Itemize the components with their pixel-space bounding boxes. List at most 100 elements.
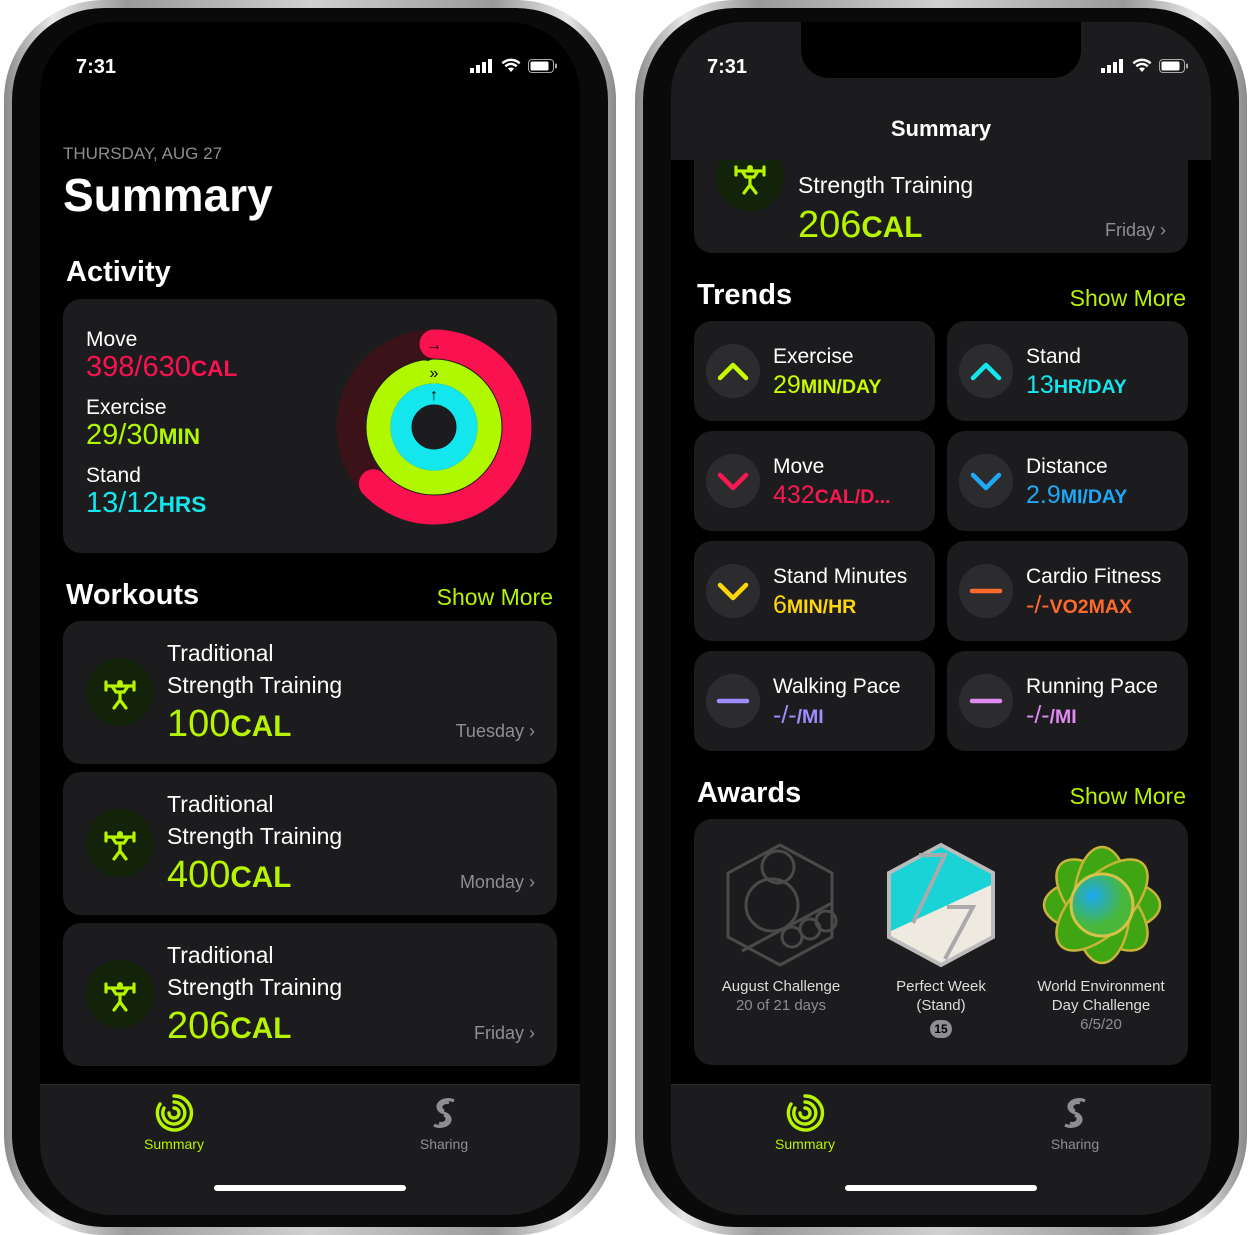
trend-flat-icon [969, 588, 1003, 594]
award-name-line2: Day Challenge [1051, 997, 1151, 1014]
trend-flat-icon [969, 698, 1003, 704]
trend-down-icon [970, 472, 1002, 491]
workouts-show-more[interactable]: Show More [437, 584, 553, 611]
workout-calories: 206CAL [167, 1005, 292, 1047]
trend-card[interactable]: Stand 13HR/DAY [947, 321, 1188, 421]
trend-card[interactable]: Distance 2.9MI/DAY [947, 431, 1188, 531]
date-label: THURSDAY, AUG 27 [63, 144, 223, 163]
move-arrow-icon: → [426, 337, 442, 354]
home-indicator[interactable] [214, 1185, 406, 1191]
trend-card[interactable]: Running Pace -/-/MI [947, 651, 1188, 751]
workout-day: Friday › [1104, 220, 1166, 240]
sharing-tab-icon [1064, 1098, 1086, 1128]
tab-icon [1015, 1093, 1135, 1136]
workout-title: Strength Training [798, 172, 974, 198]
chevron-right-icon: › [1160, 220, 1166, 240]
activity-heading: Activity [66, 256, 171, 288]
trend-label: Walking Pace [773, 675, 901, 698]
august-challenge-badge-icon [726, 843, 838, 967]
activity-card[interactable]: Move 398/630CAL Exercise 29/30MIN Stand … [63, 299, 557, 553]
tab-icon [384, 1093, 504, 1136]
status-icons [470, 58, 558, 73]
trends-show-more[interactable]: Show More [1070, 285, 1186, 312]
workout-card[interactable]: Traditional Strength Training 400CAL Mon… [63, 772, 557, 915]
left-screen: 7:31 THURSDAY, AUG 27 Summary Activity M… [40, 22, 580, 1215]
trend-down-icon [717, 472, 749, 491]
trend-label: Stand [1026, 345, 1081, 368]
stand-arrow-icon: ↑ [430, 387, 438, 404]
chevron-right-icon: › [529, 721, 535, 741]
trend-label: Cardio Fitness [1026, 565, 1162, 588]
trend-card[interactable]: Walking Pace -/-/MI [694, 651, 935, 751]
award-name: August Challenge [721, 978, 841, 995]
trend-indicator [959, 564, 1013, 618]
status-time: 7:31 [76, 56, 117, 78]
trend-up-icon [970, 362, 1002, 381]
award-sub: 20 of 21 days [735, 997, 827, 1014]
tab-sharing[interactable]: Sharing [1015, 1093, 1135, 1152]
trend-indicator [959, 344, 1013, 398]
trend-value: -/-VO2MAX [1026, 591, 1132, 619]
trend-value: 13HR/DAY [1026, 371, 1127, 399]
trend-down-icon [717, 582, 749, 601]
tab-summary[interactable]: Summary [114, 1093, 234, 1152]
activity-rings-tab-icon [786, 1094, 825, 1132]
status-time: 7:31 [707, 56, 748, 78]
trend-value: -/-/MI [773, 701, 824, 729]
trend-card[interactable]: Cardio Fitness -/-VO2MAX [947, 541, 1188, 641]
workout-calories: 206CAL [798, 204, 923, 246]
perfect-week-stand-badge-icon [887, 842, 995, 968]
signal-icon [1101, 58, 1123, 73]
trend-card[interactable]: Exercise 29MIN/DAY [694, 321, 935, 421]
awards-heading: Awards [697, 777, 802, 809]
activity-rings: → » ↑ [336, 329, 532, 525]
strength-training-icon [86, 809, 154, 877]
award-name: World Environment [1037, 978, 1165, 995]
activity-rings-tab-icon [155, 1094, 194, 1132]
workout-card[interactable]: Traditional Strength Training 100CAL Tue… [63, 621, 557, 764]
notch [801, 22, 1081, 78]
strength-training-icon [86, 658, 154, 726]
stand-value: 13/12HRS [86, 487, 207, 519]
chevron-right-icon: › [529, 872, 535, 892]
trend-indicator [706, 454, 760, 508]
trend-value: 6MIN/HR [773, 591, 857, 619]
workouts-heading: Workouts [66, 579, 200, 611]
exercise-arrow-icon: » [430, 365, 439, 382]
trend-indicator [706, 344, 760, 398]
workout-title-line1: Traditional [167, 640, 274, 666]
tab-label: Sharing [419, 1136, 469, 1152]
trend-card[interactable]: Stand Minutes 6MIN/HR [694, 541, 935, 641]
world-environment-day-badge-icon [1042, 845, 1162, 965]
signal-icon [470, 58, 492, 73]
trends-heading: Trends [697, 279, 793, 311]
battery-icon [528, 58, 557, 73]
trend-indicator [706, 564, 760, 618]
tab-sharing[interactable]: Sharing [384, 1093, 504, 1152]
battery-icon [1159, 58, 1188, 73]
award-name-line2: (Stand) [916, 997, 966, 1014]
workout-calories: 100CAL [167, 703, 292, 745]
trend-label: Exercise [773, 345, 854, 368]
workout-title-line2: Strength Training [167, 974, 343, 1000]
exercise-label: Exercise [86, 396, 167, 419]
trend-label: Move [773, 455, 825, 478]
trend-indicator [959, 674, 1013, 728]
move-value: 398/630CAL [86, 351, 238, 383]
tab-bar: Summary Sharing [40, 1084, 580, 1215]
award-name: Perfect Week [896, 978, 986, 995]
tab-summary[interactable]: Summary [745, 1093, 865, 1152]
strength-training-icon [86, 960, 154, 1028]
trend-value: 2.9MI/DAY [1026, 481, 1128, 509]
trend-value: 29MIN/DAY [773, 371, 882, 399]
trend-label: Running Pace [1026, 675, 1158, 698]
awards-show-more[interactable]: Show More [1070, 783, 1186, 810]
workout-card[interactable]: Traditional Strength Training 206CAL Fri… [63, 923, 557, 1066]
trend-card[interactable]: Move 432CAL/D... [694, 431, 935, 531]
workout-day: Friday › [473, 1023, 535, 1043]
workout-title-line1: Traditional [167, 942, 274, 968]
tab-label: Summary [144, 1136, 204, 1152]
stand-label: Stand [86, 464, 141, 487]
home-indicator[interactable] [845, 1185, 1037, 1191]
tab-icon [745, 1093, 865, 1136]
